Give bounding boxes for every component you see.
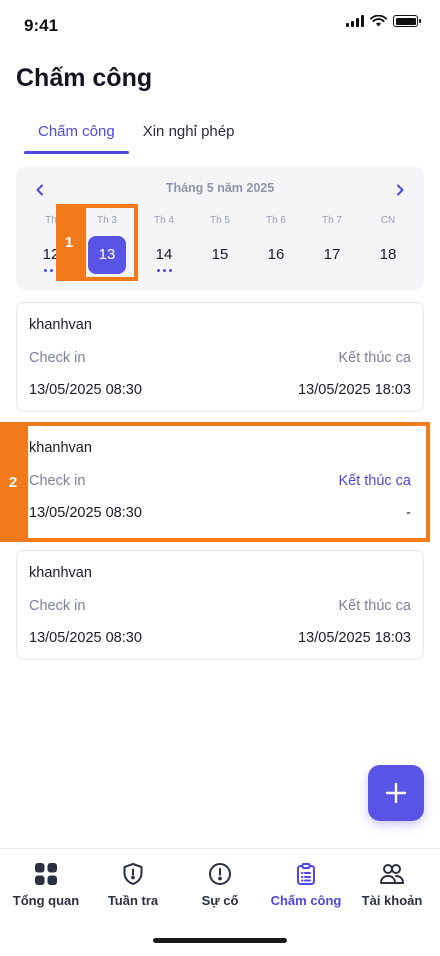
- annotation-tag-2: 2: [0, 422, 26, 542]
- users-icon: [380, 864, 405, 884]
- calendar-weekday: Th 5: [209, 215, 230, 226]
- check-in-label: Check in: [29, 598, 86, 614]
- nav-label: Tuần tra: [107, 893, 159, 908]
- nav-tuan-tra[interactable]: Tuần tra: [89, 861, 177, 911]
- calendar-weekday: CN: [380, 215, 396, 226]
- tab-cham-cong[interactable]: Chấm công: [24, 120, 129, 154]
- calendar-day[interactable]: CN 18: [366, 213, 410, 283]
- plus-icon: [385, 782, 407, 804]
- status-time: 9:41: [24, 16, 59, 35]
- nav-label: Chấm công: [270, 893, 342, 908]
- status-icons: [346, 15, 421, 27]
- calendar-day[interactable]: Th 7 17: [310, 213, 354, 283]
- annotation-highlight-2: [24, 422, 430, 542]
- alert-icon: [209, 863, 231, 885]
- check-in-label: Check in: [29, 350, 86, 366]
- nav-label: Tổng quan: [12, 893, 80, 908]
- end-shift-label: Kết thúc ca: [338, 350, 411, 366]
- nav-su-co[interactable]: Sự cố: [176, 861, 264, 911]
- calendar-date: 16: [267, 246, 285, 263]
- nav-tai-khoan[interactable]: Tài khoản: [348, 861, 436, 911]
- grid-icon: [35, 863, 57, 885]
- calendar-weekday: Th 7: [321, 215, 342, 226]
- attendance-record-card[interactable]: khanhvan Check in Kết thúc ca 13/05/2025…: [16, 550, 424, 660]
- status-bar: 9:41: [0, 0, 440, 50]
- event-dots: [142, 269, 186, 272]
- attendance-record-card[interactable]: khanhvan Check in Kết thúc ca 13/05/2025…: [16, 302, 424, 412]
- battery-icon: [393, 15, 421, 27]
- calendar-weekday: Th 4: [153, 215, 174, 226]
- annotation-tag-1: 1: [56, 204, 82, 281]
- calendar-month-label: Tháng 5 năm 2025: [165, 181, 275, 195]
- calendar-date: 14: [155, 246, 173, 263]
- tab-xin-nghi-phep[interactable]: Xin nghỉ phép: [129, 120, 249, 154]
- calendar-date: 17: [323, 246, 341, 263]
- record-username: khanhvan: [29, 317, 92, 333]
- end-shift-time: 13/05/2025 18:03: [298, 630, 411, 646]
- end-shift-label: Kết thúc ca: [338, 598, 411, 614]
- check-in-time: 13/05/2025 08:30: [29, 382, 142, 398]
- calendar-date: 15: [211, 246, 229, 263]
- nav-tong-quan[interactable]: Tổng quan: [2, 861, 90, 911]
- record-username: khanhvan: [29, 565, 92, 581]
- annotation-highlight-1: [82, 204, 138, 281]
- calendar-weekday: Th 6: [265, 215, 286, 226]
- tab-bar: Chấm công Xin nghỉ phép: [24, 120, 248, 154]
- clipboard-icon: [297, 863, 315, 885]
- page-title: Chấm công: [16, 64, 153, 92]
- calendar-day[interactable]: Th 4 14: [142, 213, 186, 283]
- calendar-date: 18: [379, 246, 397, 263]
- home-indicator: [153, 938, 287, 943]
- nav-label: Tài khoản: [361, 893, 423, 908]
- end-shift-time: 13/05/2025 18:03: [298, 382, 411, 398]
- nav-cham-cong[interactable]: Chấm công: [262, 861, 350, 911]
- next-month-button[interactable]: [390, 180, 410, 200]
- add-button[interactable]: [368, 765, 424, 821]
- calendar-day[interactable]: Th 5 15: [198, 213, 242, 283]
- shield-icon: [123, 863, 143, 885]
- check-in-time: 13/05/2025 08:30: [29, 630, 142, 646]
- chevron-right-icon: [397, 184, 404, 196]
- nav-label: Sự cố: [201, 893, 239, 908]
- wifi-icon: [370, 15, 387, 27]
- cellular-signal-icon: [346, 15, 364, 27]
- calendar-day[interactable]: Th 6 16: [254, 213, 298, 283]
